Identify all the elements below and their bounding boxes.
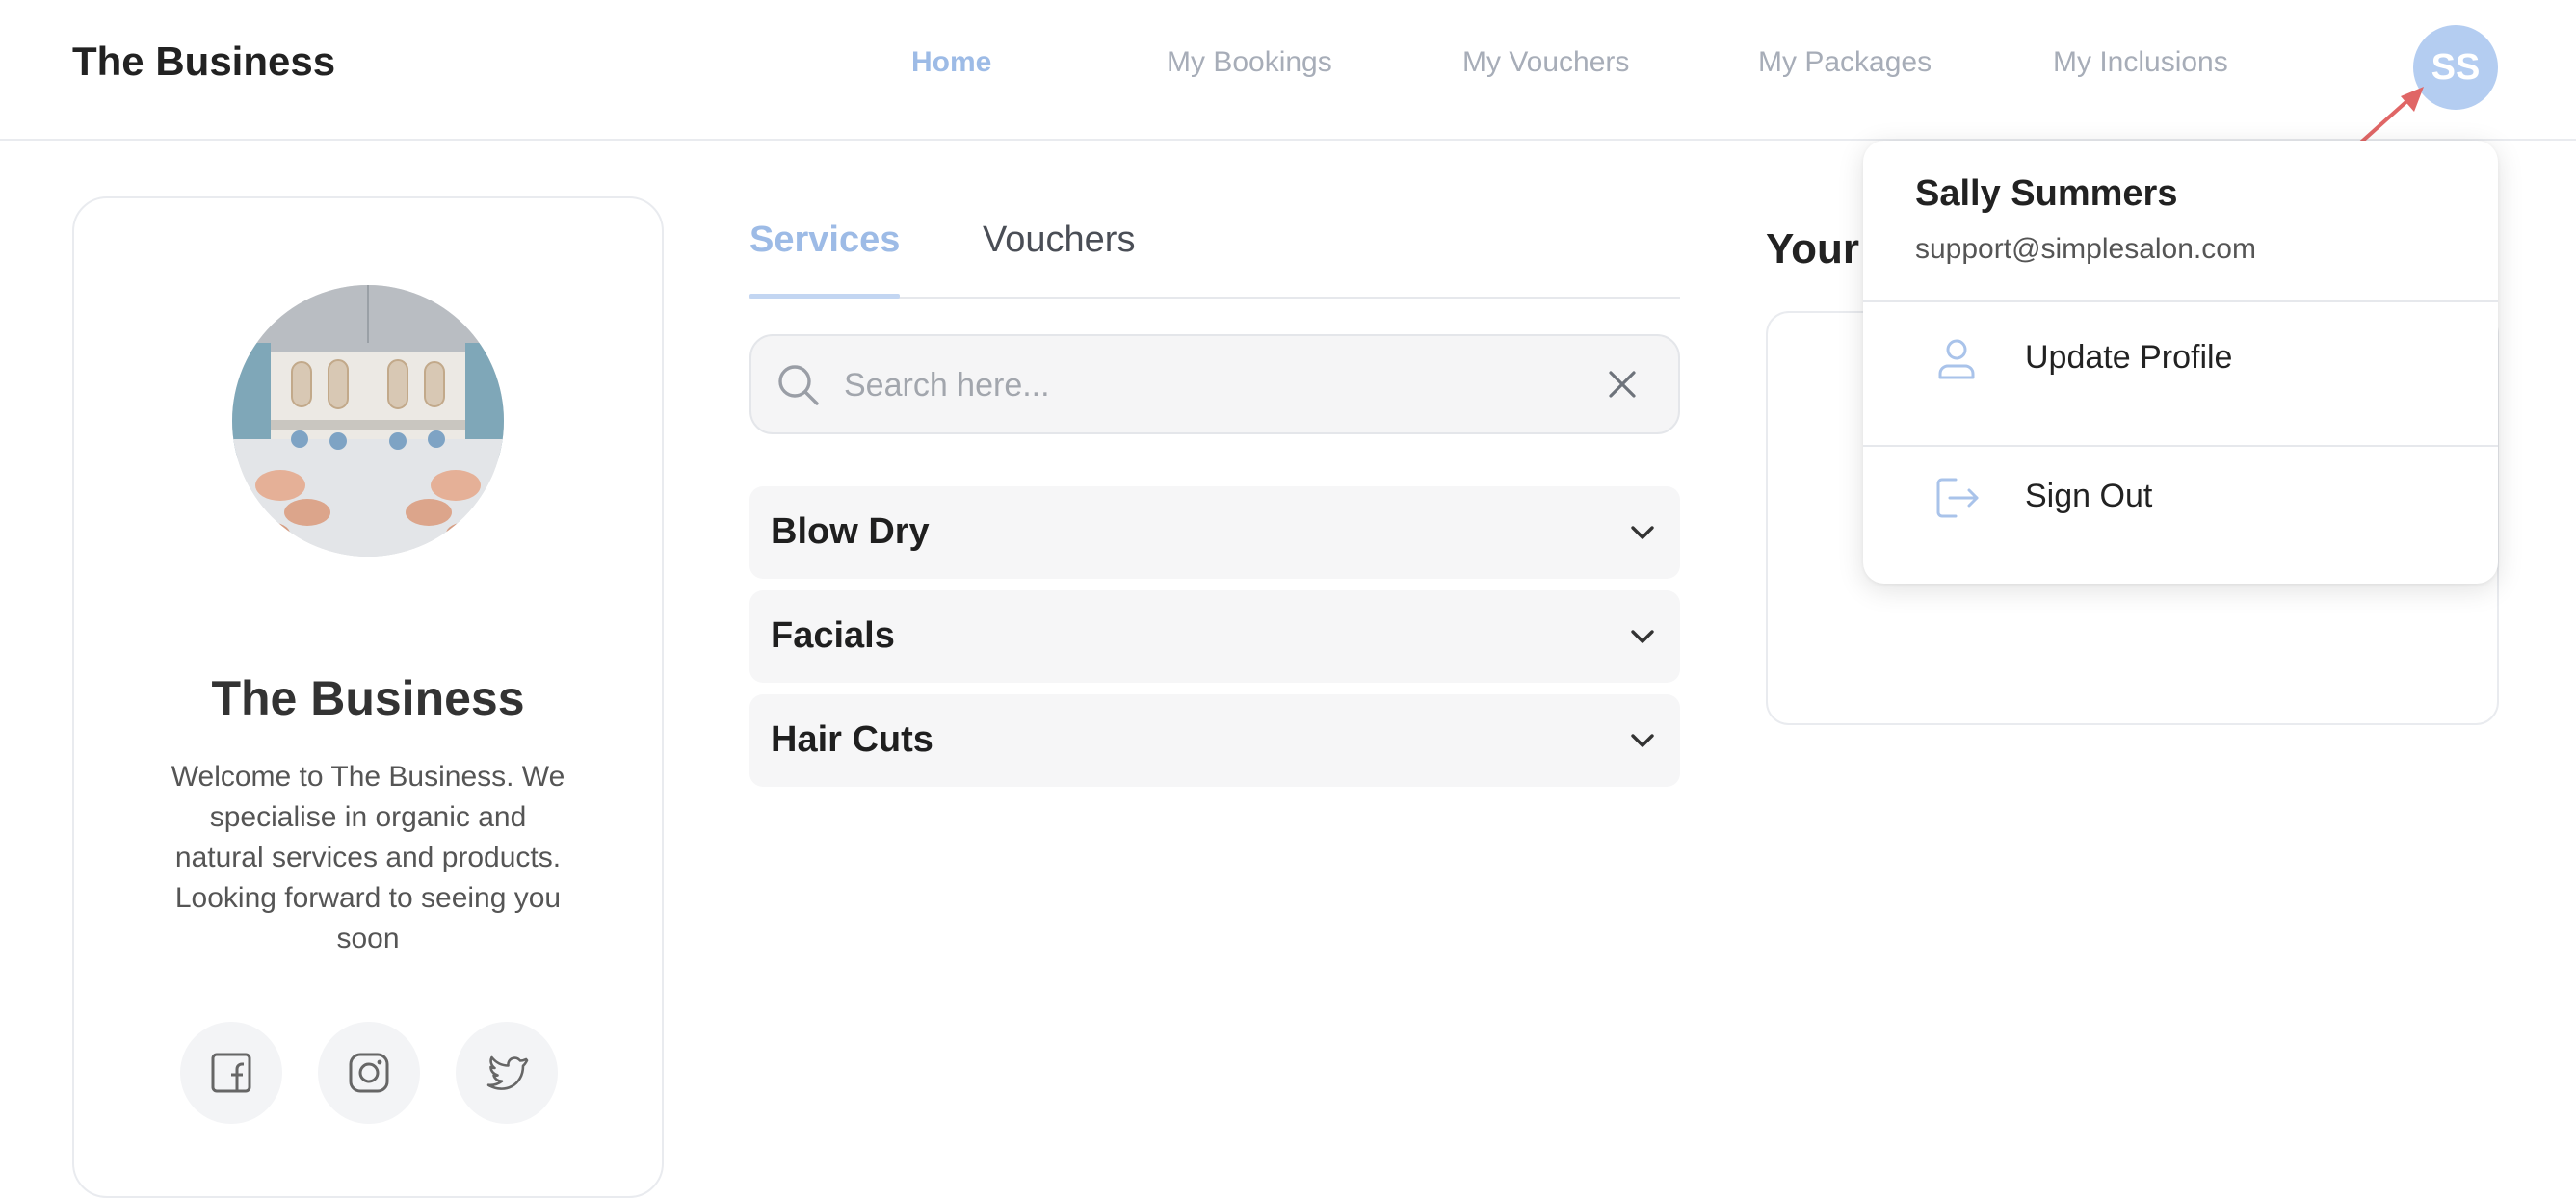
user-menu-dropdown: Sally Summers support@simplesalon.com Up…: [1863, 141, 2498, 584]
chevron-down-icon: [1631, 734, 1654, 747]
nav-my-packages[interactable]: My Packages: [1758, 46, 1932, 79]
chevron-down-icon: [1631, 526, 1654, 539]
nav-my-inclusions[interactable]: My Inclusions: [2053, 46, 2228, 79]
twitter-icon: [486, 1055, 529, 1090]
brand-name[interactable]: The Business: [72, 39, 335, 85]
salon-photo: [232, 285, 504, 557]
sign-out-label: Sign Out: [2025, 478, 2153, 514]
close-icon[interactable]: [1607, 369, 1638, 400]
instagram-icon: [349, 1053, 389, 1093]
twitter-button[interactable]: [456, 1022, 558, 1124]
search-input[interactable]: [842, 357, 1559, 413]
chevron-down-icon: [1631, 630, 1654, 643]
update-profile-label: Update Profile: [2025, 339, 2233, 376]
search-bar: [749, 334, 1680, 434]
facebook-button[interactable]: [180, 1022, 282, 1124]
category-facials[interactable]: Facials: [749, 590, 1680, 683]
category-hair-cuts[interactable]: Hair Cuts: [749, 694, 1680, 787]
right-panel-title: Your: [1766, 225, 1859, 273]
search-icon: [778, 365, 819, 405]
category-label: Blow Dry: [771, 511, 930, 552]
nav-my-vouchers[interactable]: My Vouchers: [1462, 46, 1629, 79]
user-email: support@simplesalon.com: [1915, 233, 2256, 265]
facebook-icon: [211, 1053, 251, 1093]
sign-out-menu-item[interactable]: Sign Out: [1863, 441, 2498, 557]
nav-my-bookings[interactable]: My Bookings: [1167, 46, 1332, 79]
sign-out-icon: [1936, 478, 1979, 518]
nav-home[interactable]: Home: [911, 46, 991, 79]
tab-services[interactable]: Services: [749, 220, 900, 261]
business-profile-card: The Business Welcome to The Business. We…: [72, 196, 664, 1198]
top-navigation-bar: The Business Home My Bookings My Voucher…: [0, 0, 2576, 141]
category-label: Hair Cuts: [771, 719, 933, 760]
instagram-button[interactable]: [318, 1022, 420, 1124]
business-name: The Business: [211, 671, 525, 725]
business-description: Welcome to The Business. We specialise i…: [171, 761, 565, 954]
update-profile-menu-item[interactable]: Update Profile: [1863, 302, 2498, 418]
user-icon: [1938, 339, 1975, 379]
category-blow-dry[interactable]: Blow Dry: [749, 486, 1680, 579]
tab-vouchers[interactable]: Vouchers: [983, 220, 1135, 261]
active-tab-indicator: [749, 294, 900, 299]
user-name: Sally Summers: [1915, 173, 2178, 214]
category-label: Facials: [771, 615, 895, 656]
